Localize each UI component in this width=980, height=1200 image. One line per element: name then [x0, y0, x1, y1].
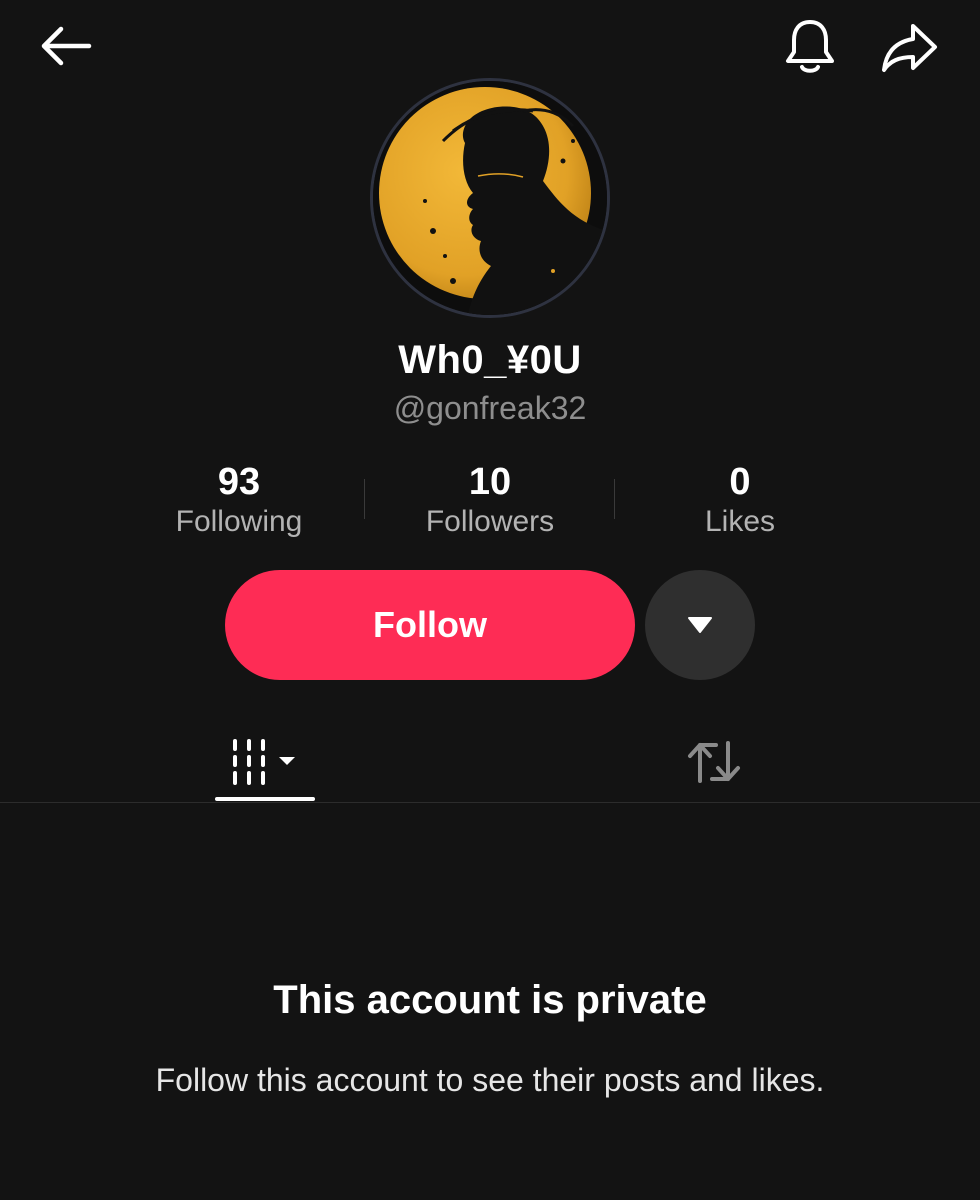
avatar-image: [373, 81, 607, 315]
suggested-accounts-button[interactable]: [645, 570, 755, 680]
back-button[interactable]: [30, 18, 100, 74]
active-tab-indicator: [215, 797, 315, 801]
likes-count: 0: [729, 461, 751, 503]
stat-divider: [364, 479, 365, 519]
following-label: Following: [175, 505, 303, 538]
avatar[interactable]: [370, 78, 610, 318]
stat-divider: [614, 479, 615, 519]
notification-button[interactable]: [778, 14, 842, 78]
private-account-message: Follow this account to see their posts a…: [155, 1062, 825, 1098]
following-count: 93: [217, 461, 261, 503]
display-name: Wh0_¥0U: [398, 338, 582, 382]
videos-grid-icon: [233, 739, 295, 785]
bell-icon: [786, 20, 834, 73]
likes-label: Likes: [704, 505, 776, 538]
tab-videos[interactable]: [215, 722, 315, 802]
tab-reposts[interactable]: [664, 722, 764, 802]
tabs-divider: [0, 802, 980, 803]
repost-icon: [688, 741, 740, 783]
follow-button[interactable]: Follow: [225, 570, 635, 680]
username: @gonfreak32: [393, 390, 587, 426]
following-stat[interactable]: 93 Following: [119, 458, 359, 542]
followers-count: 10: [468, 461, 512, 503]
followers-stat[interactable]: 10 Followers: [370, 458, 610, 542]
arrow-left-icon: [41, 26, 92, 66]
share-arrow-icon: [882, 24, 937, 72]
likes-stat[interactable]: 0 Likes: [620, 458, 860, 542]
caret-down-icon: [688, 617, 712, 633]
share-button[interactable]: [874, 16, 944, 78]
followers-label: Followers: [425, 505, 555, 538]
private-account-title: This account is private: [273, 978, 707, 1022]
